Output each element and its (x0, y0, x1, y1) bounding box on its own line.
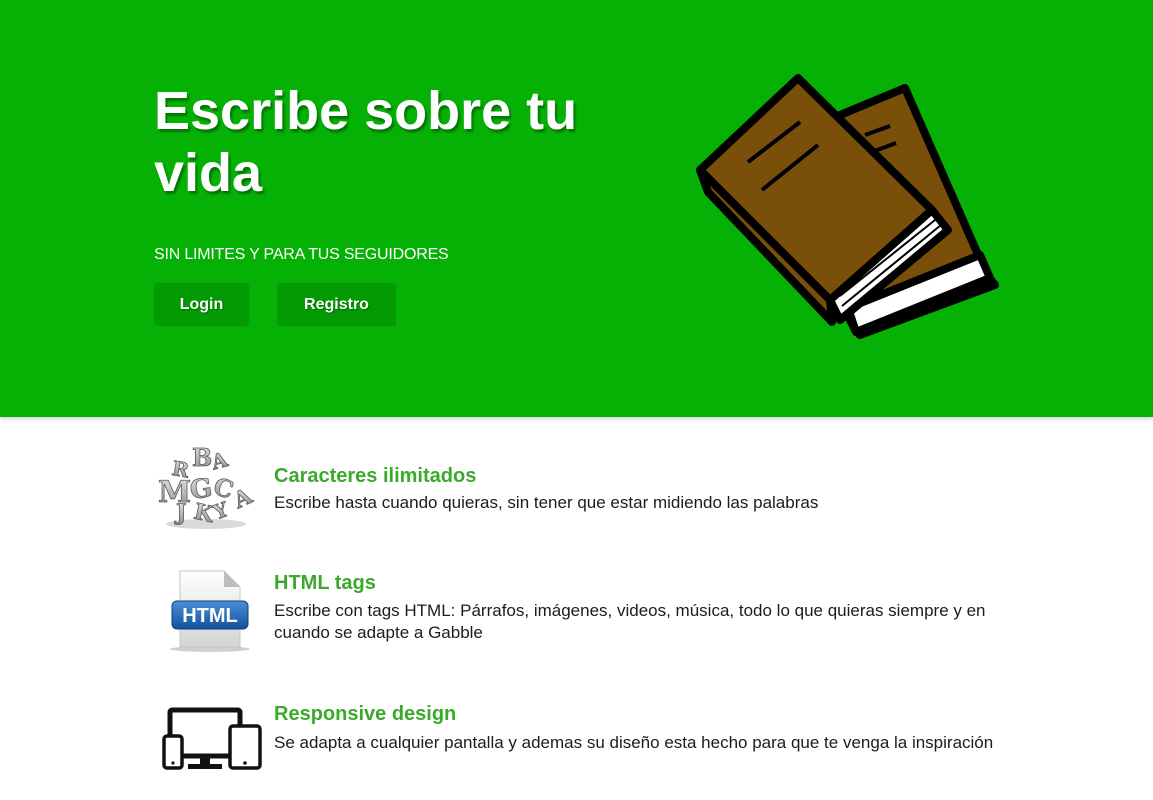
feature-unlimited-characters: B A R M G C A J K Y Caracteres ilimitado… (154, 440, 1004, 540)
hero-subtitle: SIN LIMITES Y PARA TUS SEGUIDORES (154, 246, 449, 263)
letters-icon: B A R M G C A J K Y (158, 443, 257, 529)
feature-description: Se adapta a cualquier pantalla y ademas … (274, 733, 994, 752)
devices-icon (162, 707, 262, 770)
feature-description: Escribe con tags HTML: Párrafos, imágene… (274, 601, 986, 642)
register-button[interactable]: Registro (277, 283, 396, 326)
html-file-icon: HTML (170, 570, 250, 652)
svg-text:J: J (174, 500, 186, 526)
hero-title: Escribe sobre tu vida (154, 81, 578, 203)
feature-description: Escribe hasta cuando quieras, sin tener … (274, 493, 819, 512)
login-button[interactable]: Login (154, 283, 249, 326)
hero-banner: Escribe sobre tu vida SIN LIMITES Y PARA… (0, 0, 1153, 417)
html-icon-label: HTML (182, 605, 238, 627)
svg-text:B: B (192, 443, 212, 472)
feature-responsive-design: Responsive design Se adapta a cualquier … (154, 700, 1004, 790)
feature-html-tags: HTML HTML tags Escribe con tags HTML: Pá… (154, 565, 1004, 665)
books-icon (696, 74, 999, 339)
feature-title: HTML tags (274, 572, 376, 594)
feature-title: Responsive design (274, 703, 457, 725)
feature-title: Caracteres ilimitados (274, 465, 477, 487)
